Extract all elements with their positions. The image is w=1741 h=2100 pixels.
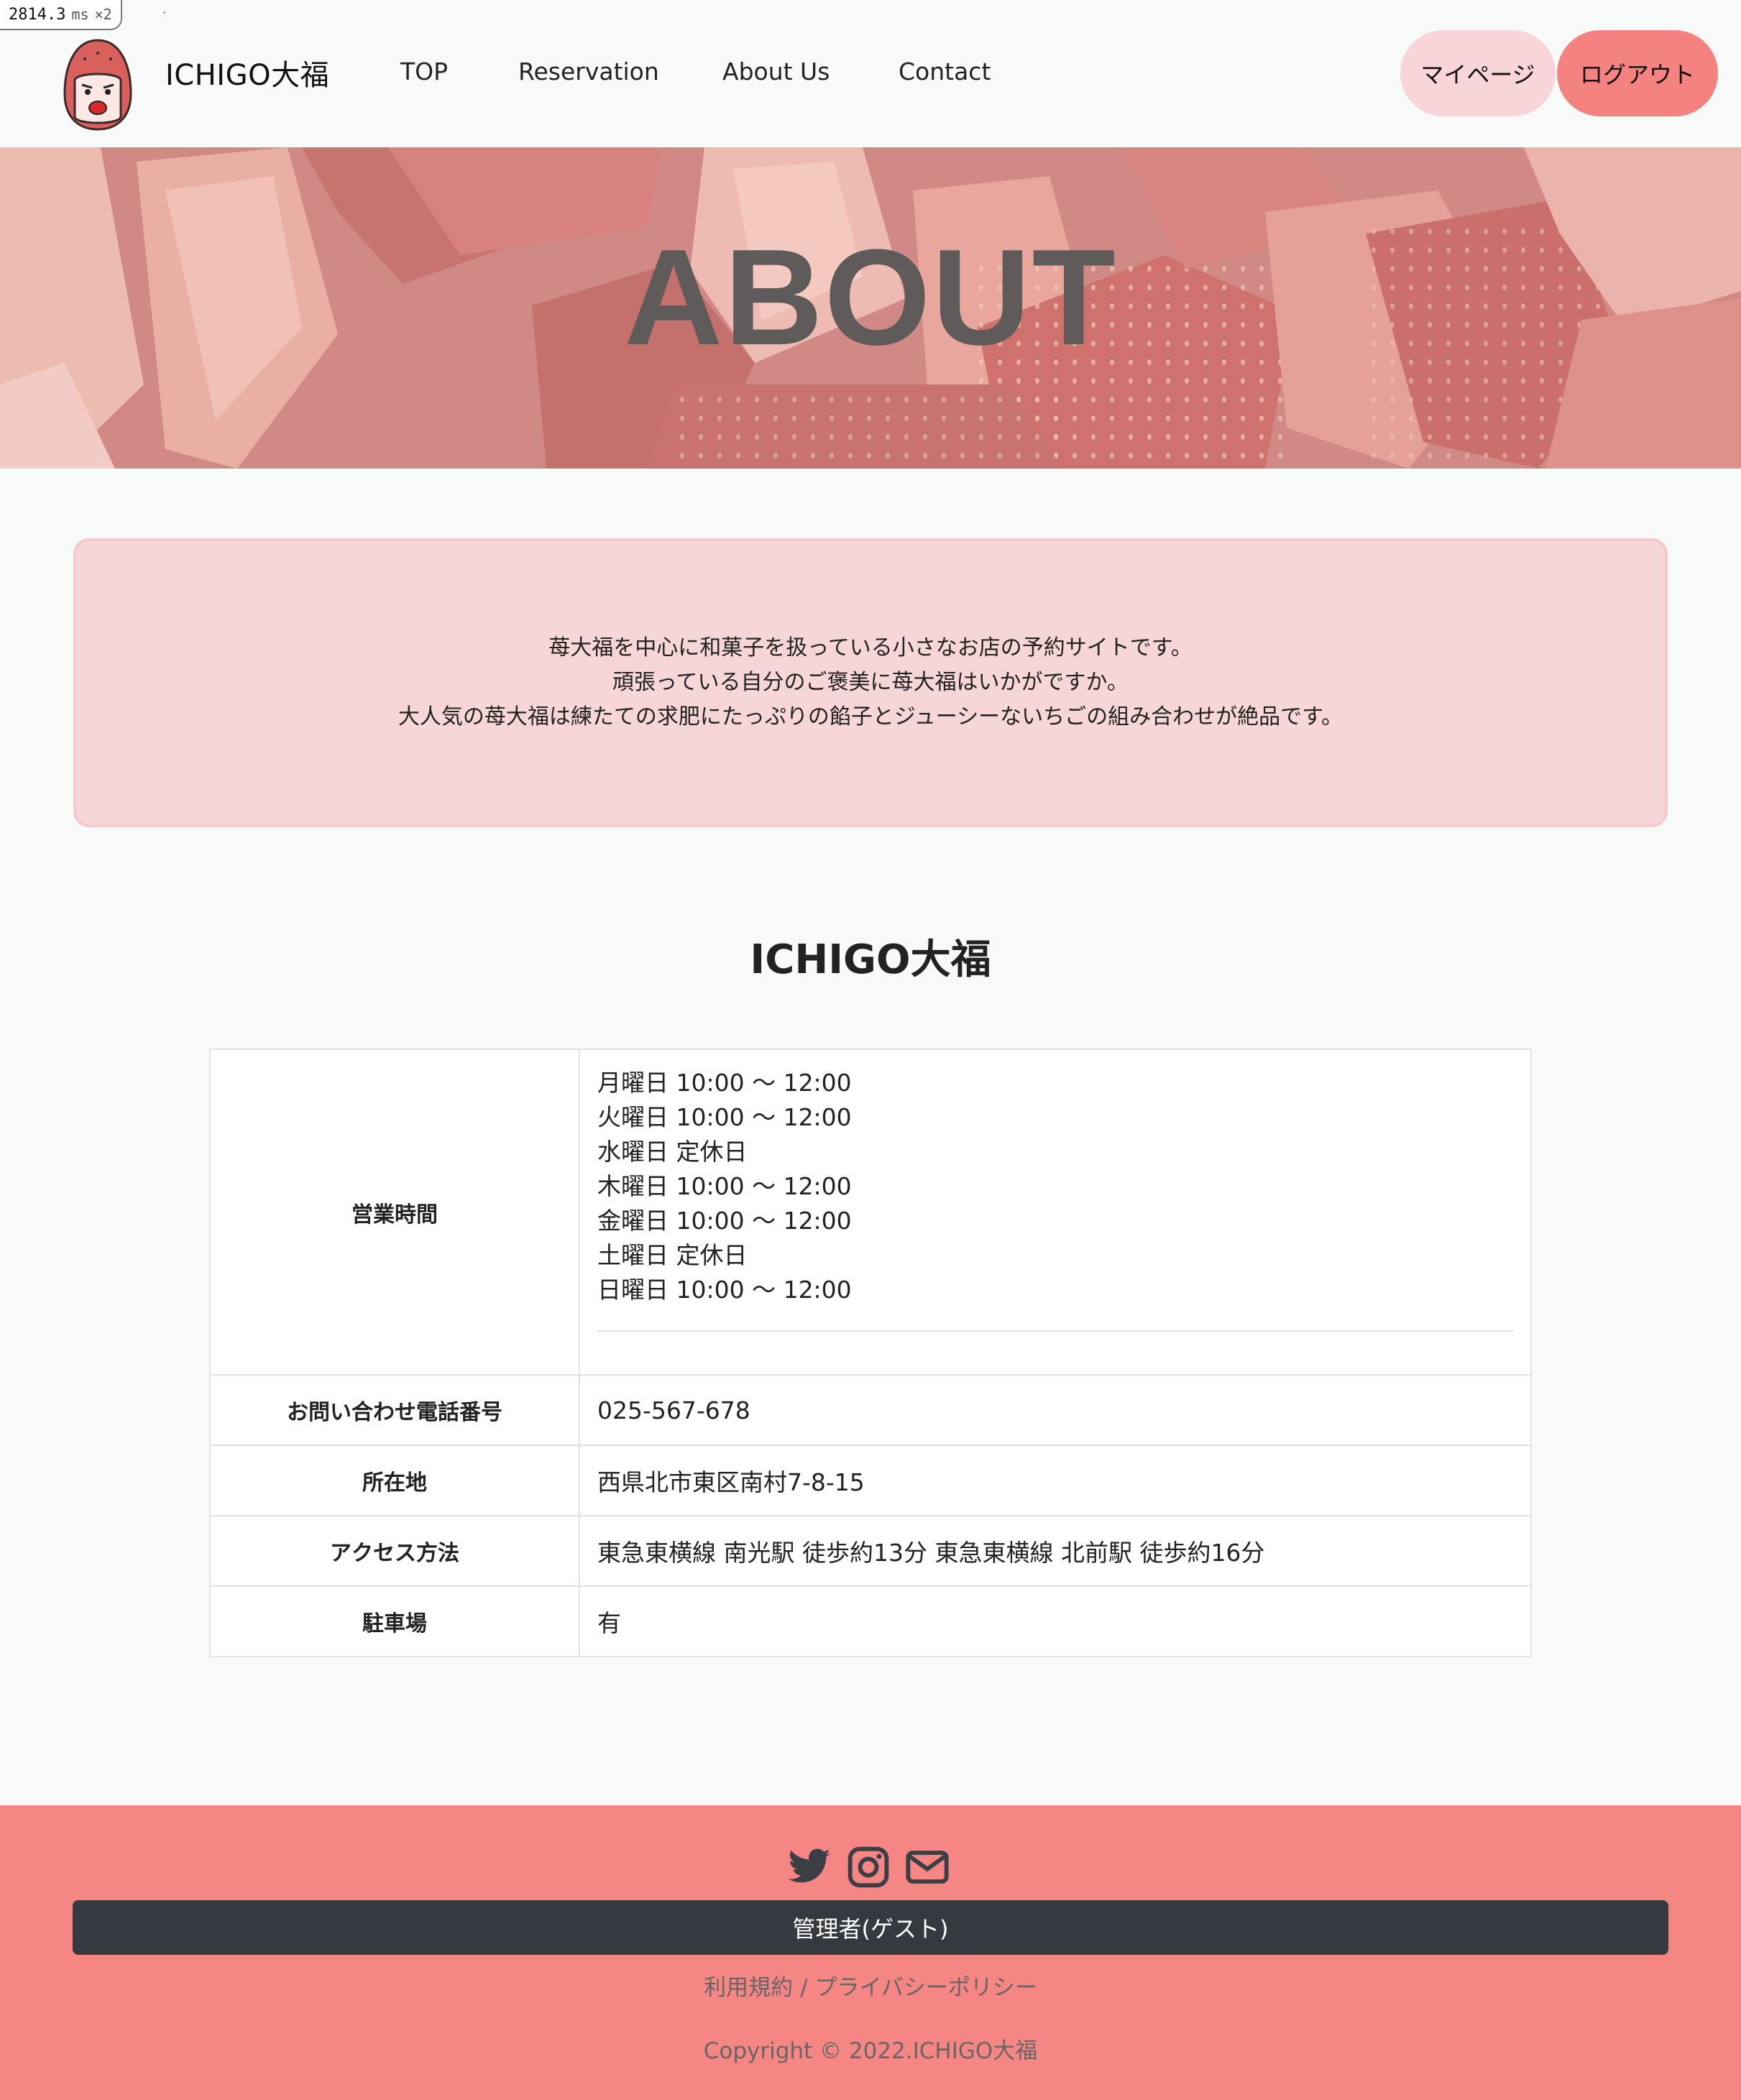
perf-timing-badge: 2814.3 ms ×2: [0, 0, 122, 30]
nav-contact[interactable]: Contact: [899, 57, 991, 86]
hero-banner: ABOUT: [0, 147, 1741, 469]
perf-multiplier: ×2: [94, 6, 112, 23]
site-footer: 管理者(ゲスト) 利用規約 / プライバシーポリシー Copyright © 202…: [0, 1805, 1741, 2100]
phone-value: 025-567-678: [579, 1374, 1532, 1446]
nav-reservation[interactable]: Reservation: [518, 57, 659, 86]
table-row-address: 所在地 西県北市東区南村7-8-15: [209, 1445, 1532, 1516]
mypage-button[interactable]: マイページ: [1400, 30, 1556, 116]
twitter-icon[interactable]: [786, 1844, 832, 1890]
logout-button[interactable]: ログアウト: [1557, 30, 1718, 116]
logo-mascot-icon[interactable]: [60, 37, 135, 132]
table-row-access: アクセス方法 東急東横線 南光駅 徒歩約13分 東急東横線 北前駅 徒歩約16分: [209, 1515, 1532, 1587]
nav-about-us[interactable]: About Us: [722, 57, 830, 86]
footer-links: 利用規約 / プライバシーポリシー: [0, 1969, 1741, 2002]
access-value: 東急東横線 南光駅 徒歩約13分 東急東横線 北前駅 徒歩約16分: [579, 1515, 1532, 1587]
hours-divider: [597, 1330, 1513, 1332]
intro-line-1: 苺大福を中心に和菓子を扱っている小さなお店の予約サイトです。: [548, 635, 1193, 660]
address-value: 西県北市東区南村7-8-15: [579, 1445, 1532, 1516]
intro-box: 苺大福を中心に和菓子を扱っている小さなお店の予約サイトです。 頑張っている自分の…: [73, 538, 1668, 827]
footer-link-separator: /: [800, 1975, 808, 2001]
perf-unit: ms: [71, 6, 89, 23]
hours-saturday: 土曜日 定休日: [597, 1241, 748, 1269]
perf-dot: ·: [162, 6, 167, 19]
intro-line-3: 大人気の苺大福は練たての求肥にたっぷりの餡子とジューシーないちごの組み合わせが絶…: [398, 704, 1343, 729]
nav-top[interactable]: TOP: [400, 57, 448, 86]
parking-value: 有: [579, 1585, 1532, 1657]
hours-wednesday: 水曜日 定休日: [597, 1138, 748, 1166]
instagram-icon[interactable]: [845, 1844, 891, 1890]
privacy-policy-link[interactable]: プライバシーポリシー: [815, 1975, 1037, 2001]
hero-title: ABOUT: [624, 221, 1117, 374]
hours-tuesday: 火曜日 10:00 〜 12:00: [597, 1103, 852, 1131]
brand-name[interactable]: ICHIGO大福: [165, 52, 329, 93]
table-row-phone: お問い合わせ電話番号 025-567-678: [209, 1374, 1532, 1446]
terms-link[interactable]: 利用規約: [704, 1975, 793, 2001]
parking-label: 駐車場: [209, 1585, 580, 1657]
site-header: ICHIGO大福 TOP Reservation About Us Contac…: [0, 0, 1741, 147]
hours-monday: 月曜日 10:00 〜 12:00: [597, 1069, 852, 1097]
access-label: アクセス方法: [209, 1515, 580, 1587]
admin-guest-button[interactable]: 管理者(ゲスト): [73, 1900, 1668, 1955]
table-row-parking: 駐車場 有: [209, 1585, 1532, 1657]
phone-label: お問い合わせ電話番号: [209, 1374, 580, 1446]
social-links: [786, 1844, 950, 1890]
hours-sunday: 日曜日 10:00 〜 12:00: [597, 1276, 852, 1304]
hours-friday: 金曜日 10:00 〜 12:00: [597, 1207, 852, 1235]
address-label: 所在地: [209, 1445, 580, 1516]
table-row-hours: 営業時間 月曜日 10:00 〜 12:00 火曜日 10:00 〜 12:00…: [209, 1049, 1532, 1376]
shop-info-table: 営業時間 月曜日 10:00 〜 12:00 火曜日 10:00 〜 12:00…: [209, 1049, 1532, 1657]
mail-icon[interactable]: [904, 1844, 950, 1890]
hours-value: 月曜日 10:00 〜 12:00 火曜日 10:00 〜 12:00 水曜日 …: [579, 1049, 1532, 1376]
intro-line-2: 頑張っている自分のご褒美に苺大福はいかがですか。: [612, 670, 1129, 695]
shop-name-heading: ICHIGO大福: [750, 936, 991, 983]
hours-thursday: 木曜日 10:00 〜 12:00: [597, 1172, 852, 1200]
copyright-text: Copyright © 2022.ICHIGO大福: [703, 2038, 1038, 2064]
hours-label: 営業時間: [209, 1049, 580, 1376]
perf-time: 2814.3: [9, 5, 66, 24]
